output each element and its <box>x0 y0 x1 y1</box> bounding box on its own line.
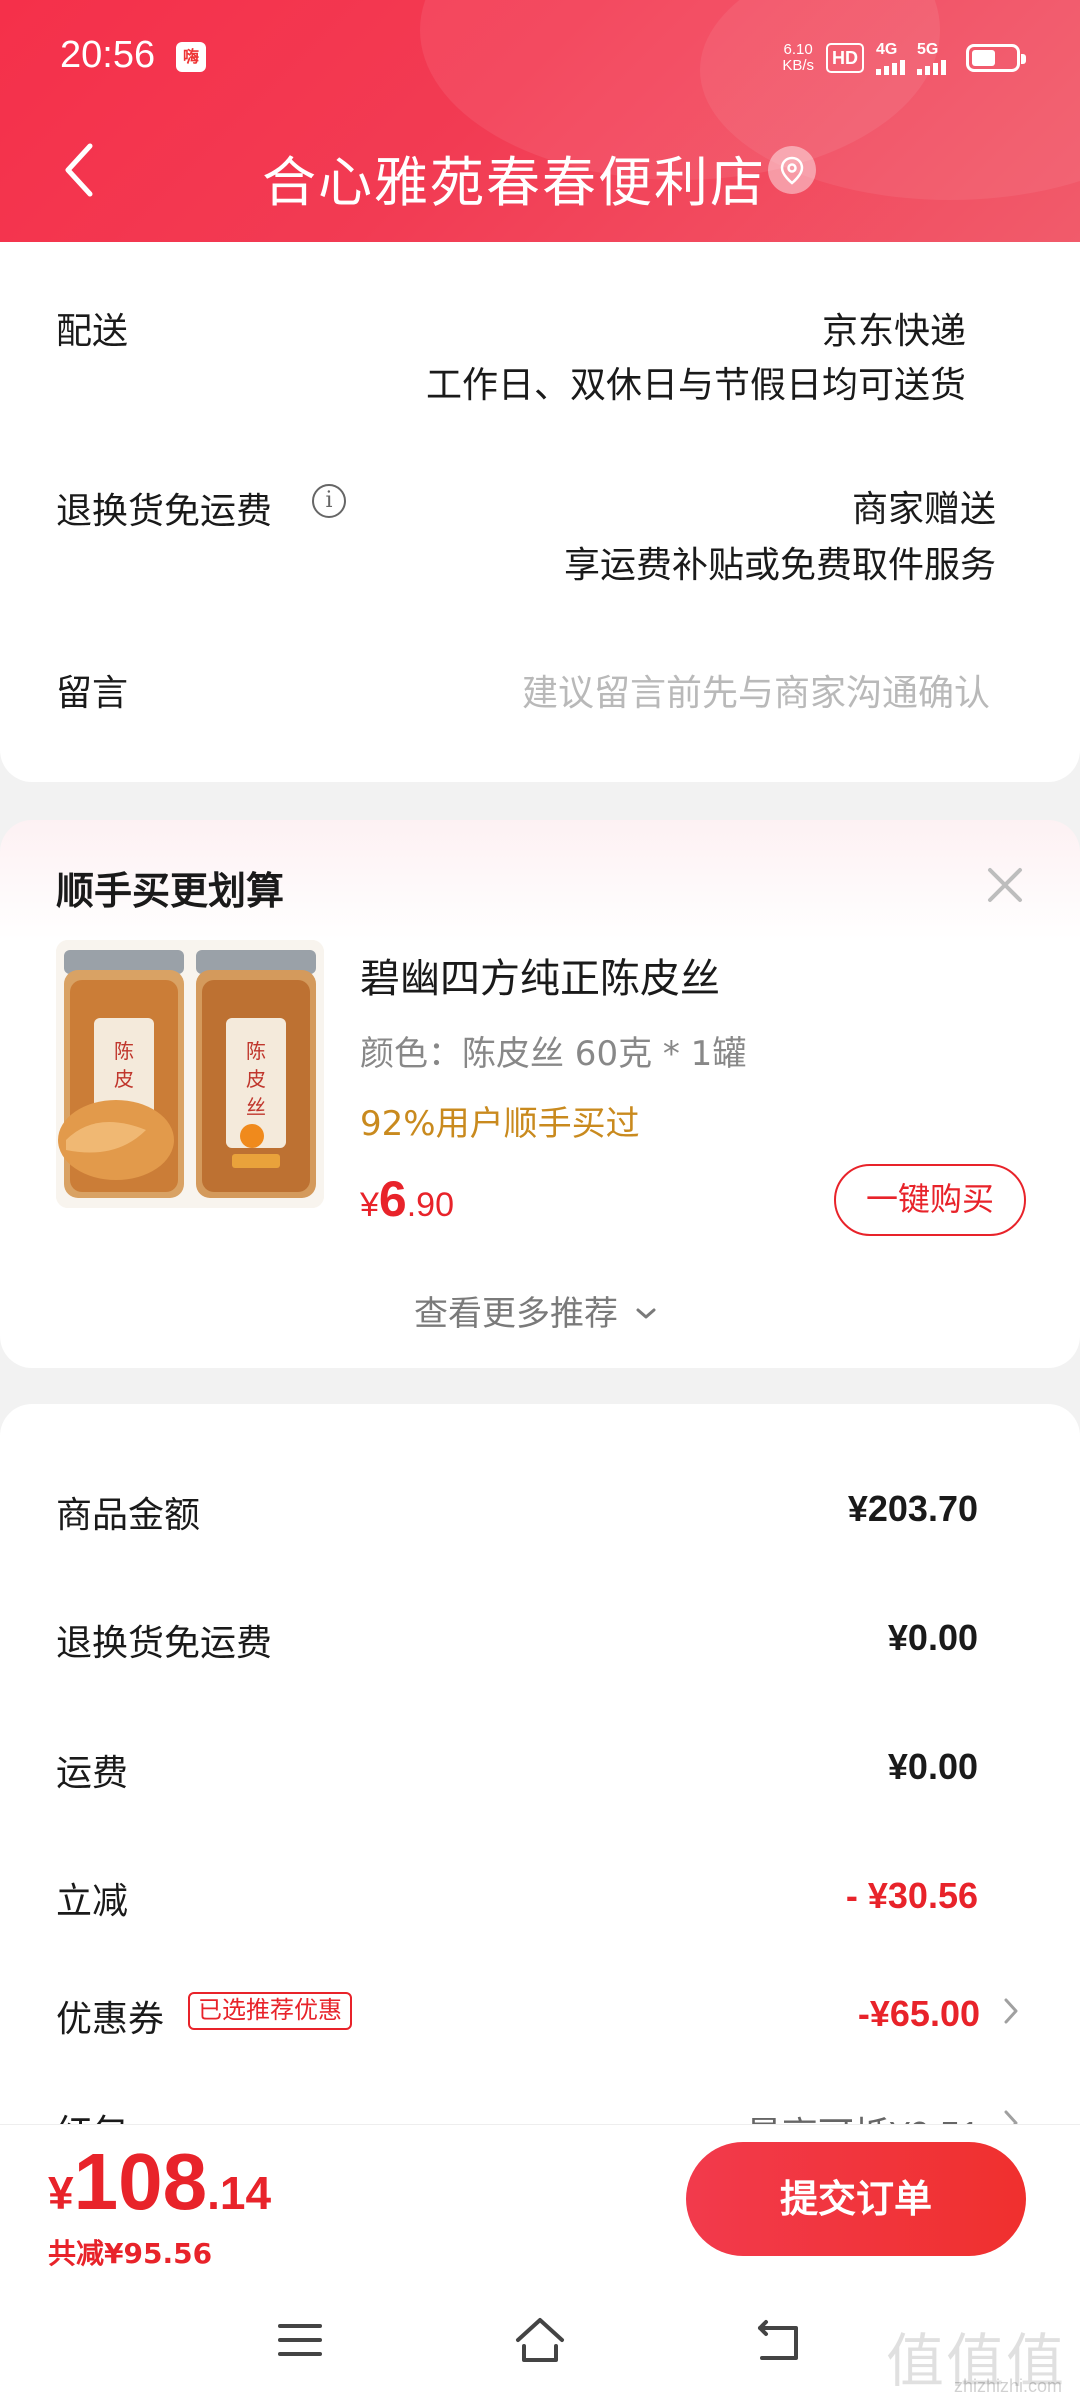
product-image[interactable]: 陈 皮 陈 皮 丝 <box>56 940 324 1208</box>
info-icon[interactable]: i <box>312 484 346 518</box>
shipping-label: 配送 <box>56 311 129 352</box>
product-price: ¥6.90 <box>360 1170 454 1228</box>
menu-icon[interactable] <box>272 2312 328 2368</box>
price-integer: 6 <box>378 1171 407 1227</box>
total-price: ¥108.14 <box>48 2136 271 2228</box>
svg-text:陈: 陈 <box>246 1039 266 1063</box>
chevron-down-icon <box>636 1308 656 1319</box>
summary-label-instant-discount: 立减 <box>56 1881 129 1922</box>
signal-5g: 5G <box>917 41 946 75</box>
summary-label-goods: 商品金额 <box>56 1495 201 1536</box>
total-integer: 108 <box>73 2137 208 2226</box>
price-decimal: .90 <box>406 1186 454 1224</box>
remark-label: 留言 <box>56 673 129 714</box>
status-indicators: 6.10 KB/s HD 4G 5G <box>782 38 1026 78</box>
battery-icon <box>966 44 1026 72</box>
back-icon[interactable] <box>752 2312 808 2368</box>
return-shipping-desc: 享运费补贴或免费取件服务 <box>563 545 996 586</box>
network-speed-unit: KB/s <box>782 57 814 74</box>
shipping-schedule: 工作日、双休日与节假日均可送货 <box>425 365 966 406</box>
remark-input[interactable]: 建议留言前先与商家沟通确认 <box>522 664 990 716</box>
store-title[interactable]: 合心雅苑春春便利店 <box>262 138 766 217</box>
home-icon[interactable] <box>512 2312 568 2368</box>
coupon-selected-badge: 已选推荐优惠 <box>188 1992 352 2030</box>
price-currency: ¥ <box>360 1186 379 1224</box>
signal-4g: 4G <box>876 41 905 75</box>
product-name[interactable]: 碧幽四方纯正陈皮丝 <box>360 946 720 1004</box>
total-currency: ¥ <box>48 2167 74 2219</box>
header-bar: 20:56 嗨 6.10 KB/s HD 4G 5G 合心雅苑春春便利店 <box>0 0 1080 242</box>
close-icon[interactable] <box>982 862 1028 908</box>
more-recommendations-link[interactable]: 查看更多推荐 <box>414 1286 657 1335</box>
svg-text:皮: 皮 <box>246 1067 266 1091</box>
svg-text:皮: 皮 <box>114 1067 134 1091</box>
shipping-method[interactable]: 京东快递 <box>822 302 966 354</box>
summary-label-shipping: 运费 <box>56 1753 129 1794</box>
network-4g-label: 4G <box>876 41 898 58</box>
summary-label-return-shipping: 退换货免运费 <box>56 1623 273 1664</box>
svg-text:陈: 陈 <box>114 1039 134 1063</box>
recommendation-title: 顺手买更划算 <box>56 869 285 913</box>
battery-level <box>972 50 995 66</box>
location-pin-icon[interactable] <box>768 146 816 194</box>
signal-bars-icon <box>917 59 946 75</box>
summary-value-shipping: ¥0.00 <box>887 1746 978 1787</box>
return-shipping-value: 商家赠送 <box>851 489 996 530</box>
summary-value-instant-discount: - ¥30.56 <box>845 1875 978 1916</box>
product-spec: 颜色：陈皮丝 60克 * 1罐 <box>360 1034 747 1074</box>
total-saved[interactable]: 共减¥95.56 <box>48 2232 212 2272</box>
status-bar: 20:56 嗨 6.10 KB/s HD 4G 5G <box>0 0 1080 120</box>
total-decimal: .14 <box>207 2167 272 2219</box>
watermark-site: zhizhizhi.com <box>953 2376 1062 2396</box>
network-speed: 6.10 KB/s <box>782 42 814 74</box>
return-shipping-label: 退换货免运费 <box>56 491 273 532</box>
summary-value-return-shipping: ¥0.00 <box>887 1617 978 1658</box>
hd-voice-icon: HD <box>826 43 864 73</box>
network-5g-label: 5G <box>917 41 939 58</box>
svg-text:丝: 丝 <box>246 1095 266 1119</box>
more-recommendations-label: 查看更多推荐 <box>414 1294 618 1334</box>
signal-bars-icon <box>876 59 905 75</box>
network-speed-value: 6.10 <box>783 41 813 58</box>
status-time: 20:56 <box>60 34 156 76</box>
submit-order-button[interactable]: 提交订单 <box>686 2142 1026 2256</box>
notification-app-icon: 嗨 <box>176 42 206 72</box>
summary-value-goods: ¥203.70 <box>847 1488 978 1529</box>
summary-value-coupon[interactable]: -¥65.00 <box>858 1993 980 2035</box>
back-arrow-icon[interactable] <box>58 140 102 200</box>
product-jars-image: 陈 皮 陈 皮 丝 <box>56 940 324 1208</box>
chevron-right-icon[interactable] <box>1002 1996 1020 2026</box>
product-bought-ratio: 92%用户顺手买过 <box>360 1104 640 1144</box>
one-click-buy-button[interactable]: 一键购买 <box>834 1164 1026 1236</box>
summary-label-coupon[interactable]: 优惠券 <box>56 1990 164 2042</box>
